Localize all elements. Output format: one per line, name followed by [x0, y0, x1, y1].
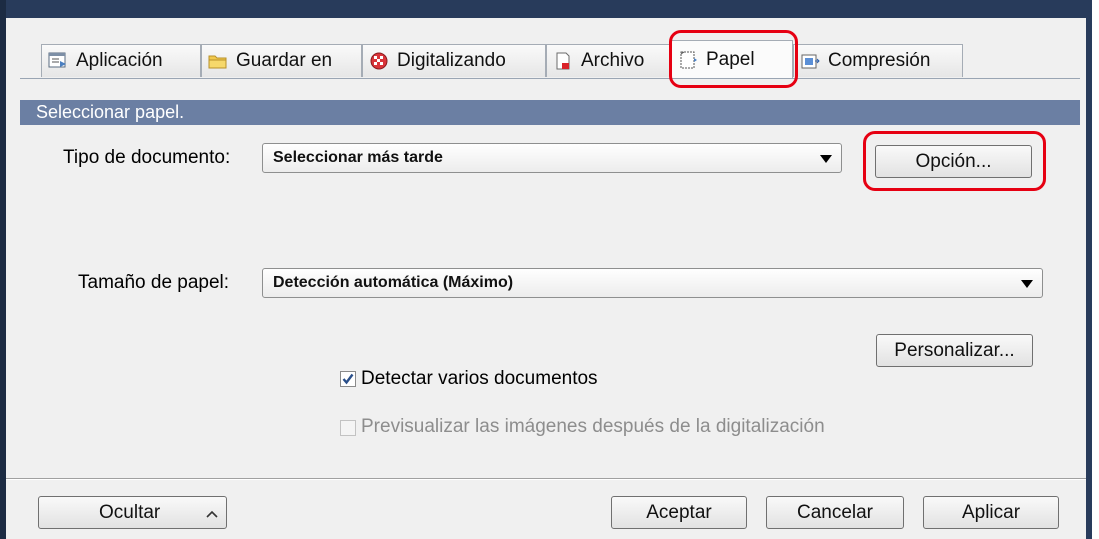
- tab-file-label: Archivo: [581, 50, 645, 71]
- cancel-button[interactable]: Cancelar: [766, 496, 904, 529]
- paper-size-label: Tamaño de papel:: [78, 272, 230, 293]
- hide-button-label: Ocultar: [99, 502, 161, 523]
- document-type-select[interactable]: Seleccionar más tarde: [262, 143, 842, 173]
- tab-bar-divider: [20, 78, 1080, 79]
- file-icon: [553, 51, 573, 71]
- preview-images-checkbox[interactable]: [340, 420, 356, 436]
- customize-button[interactable]: Personalizar...: [876, 334, 1033, 367]
- accept-button[interactable]: Aceptar: [611, 496, 747, 529]
- detect-multiple-checkbox[interactable]: [340, 371, 356, 387]
- document-type-value: Seleccionar más tarde: [273, 149, 443, 166]
- tab-save-to[interactable]: Guardar en: [201, 44, 362, 77]
- preview-images-label: Previsualizar las imágenes después de la…: [361, 416, 825, 437]
- option-button-highlight: [863, 131, 1046, 191]
- compression-icon: [800, 51, 820, 71]
- application-icon: [48, 51, 68, 71]
- scanner-settings-window: Aplicación Guardar en Digitalizando Arch…: [0, 0, 1092, 539]
- footer-divider-highlight: [6, 479, 1086, 480]
- detect-multiple-label: Detectar varios documentos: [361, 368, 598, 389]
- tab-compression-label: Compresión: [828, 50, 931, 71]
- paper-size-value: Detección automática (Máximo): [273, 274, 514, 291]
- tab-scanning-label: Digitalizando: [397, 50, 506, 71]
- tab-scanning[interactable]: Digitalizando: [362, 44, 546, 77]
- apply-button[interactable]: Aplicar: [923, 496, 1059, 529]
- page-margin: [1092, 0, 1099, 539]
- document-type-label: Tipo de documento:: [63, 147, 231, 168]
- folder-icon: [208, 51, 228, 71]
- chevron-down-icon: [820, 155, 832, 163]
- tab-application[interactable]: Aplicación: [41, 44, 201, 77]
- tab-file[interactable]: Archivo: [546, 44, 671, 77]
- window-left-border: [0, 0, 6, 539]
- paper-size-select[interactable]: Detección automática (Máximo): [262, 268, 1043, 298]
- section-header: Seleccionar papel.: [20, 100, 1080, 125]
- tab-application-label: Aplicación: [76, 50, 163, 71]
- tab-paper-highlight: [669, 30, 798, 88]
- hide-button[interactable]: Ocultar: [38, 496, 227, 529]
- tab-save-to-label: Guardar en: [236, 50, 333, 71]
- scan-icon: [369, 51, 389, 71]
- chevron-down-icon: [1021, 280, 1033, 288]
- tab-compression[interactable]: Compresión: [793, 44, 963, 77]
- chevron-up-icon: [206, 510, 218, 518]
- checkmark-icon: [342, 373, 354, 385]
- window-title-strip: [0, 0, 1092, 18]
